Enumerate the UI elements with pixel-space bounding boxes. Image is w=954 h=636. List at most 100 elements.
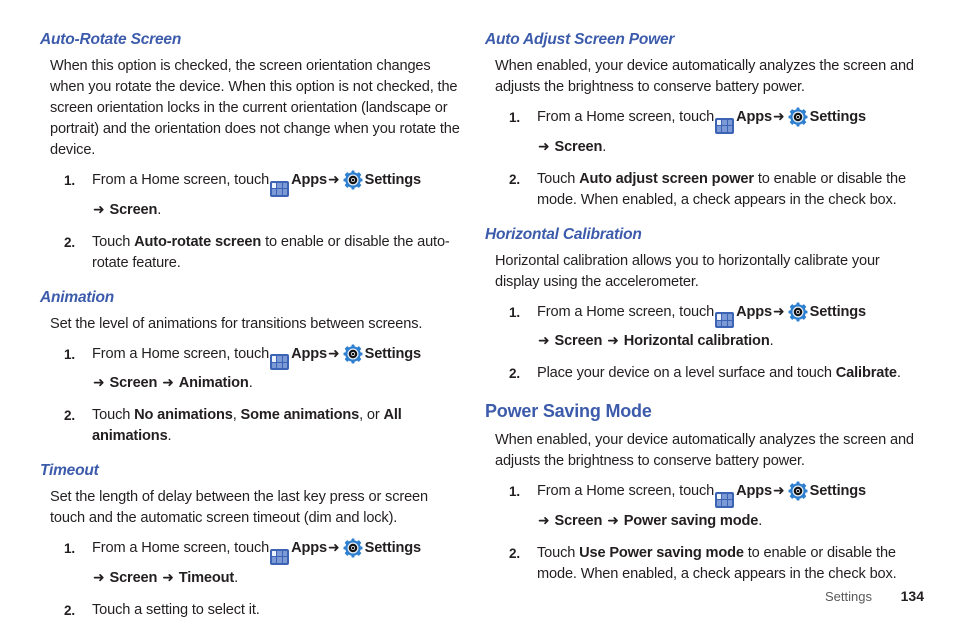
arrow-icon: ➜ xyxy=(538,138,550,155)
section-heading: Power Saving Mode xyxy=(485,401,652,421)
arrow-icon: ➜ xyxy=(328,345,340,362)
apps-label: Apps xyxy=(291,345,328,362)
step-line-2: ➜ Screen ➜ Animation. xyxy=(92,373,463,394)
step-target: Screen xyxy=(554,512,603,529)
step-target-2: Power saving mode xyxy=(623,512,759,529)
step-text-pre: Touch a setting to select it. xyxy=(92,601,260,618)
arrow-icon: ➜ xyxy=(328,172,340,188)
section-heading: Auto Adjust Screen Power xyxy=(485,31,675,48)
step-text: From a Home screen, touch xyxy=(92,172,270,188)
settings-label: Settings xyxy=(809,483,867,499)
settings-label: Settings xyxy=(809,109,867,125)
apps-label: Apps xyxy=(291,172,328,188)
step-item: 2. Touch Use Power saving mode to enable… xyxy=(485,543,924,585)
settings-gear-icon xyxy=(343,538,363,558)
settings-gear-icon xyxy=(343,344,363,363)
footer-chapter-label: Settings xyxy=(825,589,872,604)
step-number: 1. xyxy=(509,110,520,125)
step-line-2: ➜ Screen ➜ Power saving mode. xyxy=(537,511,924,532)
step-item: 2. Touch No animations, Some animations,… xyxy=(40,405,463,447)
step-text-pre: Touch xyxy=(537,170,580,187)
settings-gear-icon xyxy=(788,107,808,127)
step-text-bold: Calibrate xyxy=(835,365,897,381)
step-punct: . xyxy=(769,333,774,349)
arrow-icon: ➜ xyxy=(93,375,105,391)
step-line-2: ➜ Screen. xyxy=(537,137,924,158)
section-heading: Auto-Rotate Screen xyxy=(40,31,182,48)
step-item: 2. Touch Auto adjust screen power to ena… xyxy=(485,169,924,211)
step-text: From a Home screen, touch xyxy=(537,303,715,320)
step-text-pre: Touch xyxy=(92,233,135,250)
step-list: 1. From a Home screen, touch Apps➜ Setting… xyxy=(485,302,924,385)
step-list: 1. From a Home screen, touch Apps➜ Setting… xyxy=(485,481,924,585)
step-number: 1. xyxy=(64,541,75,556)
footer-page-number: 134 xyxy=(900,588,924,604)
section-heading: Animation xyxy=(40,288,114,306)
two-column-body: Auto-Rotate Screen When this option is c… xyxy=(0,0,954,618)
section-auto-adjust-screen-power: Auto Adjust Screen Power When enabled, y… xyxy=(485,30,924,211)
step-item: 1. From a Home screen, touch Apps➜ Setting… xyxy=(40,170,463,221)
section-body: Set the length of delay between the last… xyxy=(50,489,428,526)
arrow-icon: ➜ xyxy=(93,569,105,586)
step-number: 1. xyxy=(509,484,520,499)
section-heading: Timeout xyxy=(40,462,99,479)
step-number: 2. xyxy=(509,366,520,381)
section-body: Set the level of animations for transiti… xyxy=(50,315,423,332)
section-horizontal-calibration: Horizontal Calibration Horizontal calibr… xyxy=(485,225,924,385)
right-column: Auto Adjust Screen Power When enabled, y… xyxy=(477,0,954,582)
step-item: 1. From a Home screen, touch Apps➜ Setting… xyxy=(40,538,463,589)
settings-label: Settings xyxy=(364,540,422,556)
apps-label: Apps xyxy=(736,483,773,499)
manual-page: Auto-Rotate Screen When this option is c… xyxy=(0,0,954,636)
step-number: 1. xyxy=(509,304,520,320)
apps-grid-icon xyxy=(715,491,735,508)
step-text-pre: Place your device on a level surface and… xyxy=(537,365,836,381)
step-target: Screen xyxy=(109,201,158,218)
apps-label: Apps xyxy=(291,540,328,556)
step-line-2: ➜ Screen. xyxy=(92,200,463,221)
arrow-icon: ➜ xyxy=(538,333,550,349)
section-timeout: Timeout Set the length of delay between … xyxy=(40,461,463,621)
section-body: When enabled, your device automatically … xyxy=(495,432,914,469)
step-item: 1. From a Home screen, touch Apps➜ Setting… xyxy=(40,344,463,395)
settings-gear-icon xyxy=(788,481,808,501)
step-text-bold: No animations xyxy=(134,407,233,423)
step-list: 1. From a Home screen, touch Apps➜ Setting… xyxy=(40,344,463,448)
step-line-1: From a Home screen, touch Apps➜ Settings xyxy=(92,344,463,370)
apps-grid-icon xyxy=(715,117,735,134)
settings-gear-icon xyxy=(343,170,363,190)
section-animation: Animation Set the level of animations fo… xyxy=(40,288,463,448)
settings-gear-icon xyxy=(788,302,808,321)
arrow-icon: ➜ xyxy=(773,303,785,320)
step-punct: . xyxy=(234,569,239,586)
arrow-icon: ➜ xyxy=(93,201,105,218)
step-text-pre: Touch xyxy=(92,407,135,423)
step-number: 2. xyxy=(64,602,75,618)
step-list: 1. From a Home screen, touch Apps➜ Setting… xyxy=(40,170,463,274)
step-text: From a Home screen, touch xyxy=(92,345,270,362)
arrow-icon: ➜ xyxy=(162,569,174,586)
step-item: 2. Place your device on a level surface … xyxy=(485,363,924,384)
step-number: 2. xyxy=(64,234,75,250)
page-footer: Settings 134 xyxy=(825,588,924,604)
arrow-icon: ➜ xyxy=(328,540,340,556)
step-text-mid-2: , or xyxy=(359,407,384,423)
step-line-2: ➜ Screen ➜ Horizontal calibration. xyxy=(537,331,924,352)
apps-label: Apps xyxy=(736,109,773,125)
settings-label: Settings xyxy=(364,172,422,188)
step-text-bold: Auto-rotate screen xyxy=(134,233,262,250)
apps-grid-icon xyxy=(270,548,290,565)
step-text-bold: Auto adjust screen power xyxy=(579,170,754,187)
step-text: From a Home screen, touch xyxy=(537,109,715,125)
arrow-icon: ➜ xyxy=(773,109,785,125)
step-text-post: . xyxy=(167,428,172,444)
left-column: Auto-Rotate Screen When this option is c… xyxy=(0,0,477,618)
step-punct: . xyxy=(248,375,253,391)
arrow-icon: ➜ xyxy=(773,483,785,499)
step-text-pre: Touch xyxy=(537,544,580,561)
step-number: 1. xyxy=(64,173,75,188)
step-number: 2. xyxy=(509,545,520,561)
step-line-2: ➜ Screen ➜ Timeout. xyxy=(92,568,463,589)
step-line-1: From a Home screen, touch Apps➜ Settings xyxy=(92,538,463,565)
step-text-bold: Use Power saving mode xyxy=(579,544,744,561)
